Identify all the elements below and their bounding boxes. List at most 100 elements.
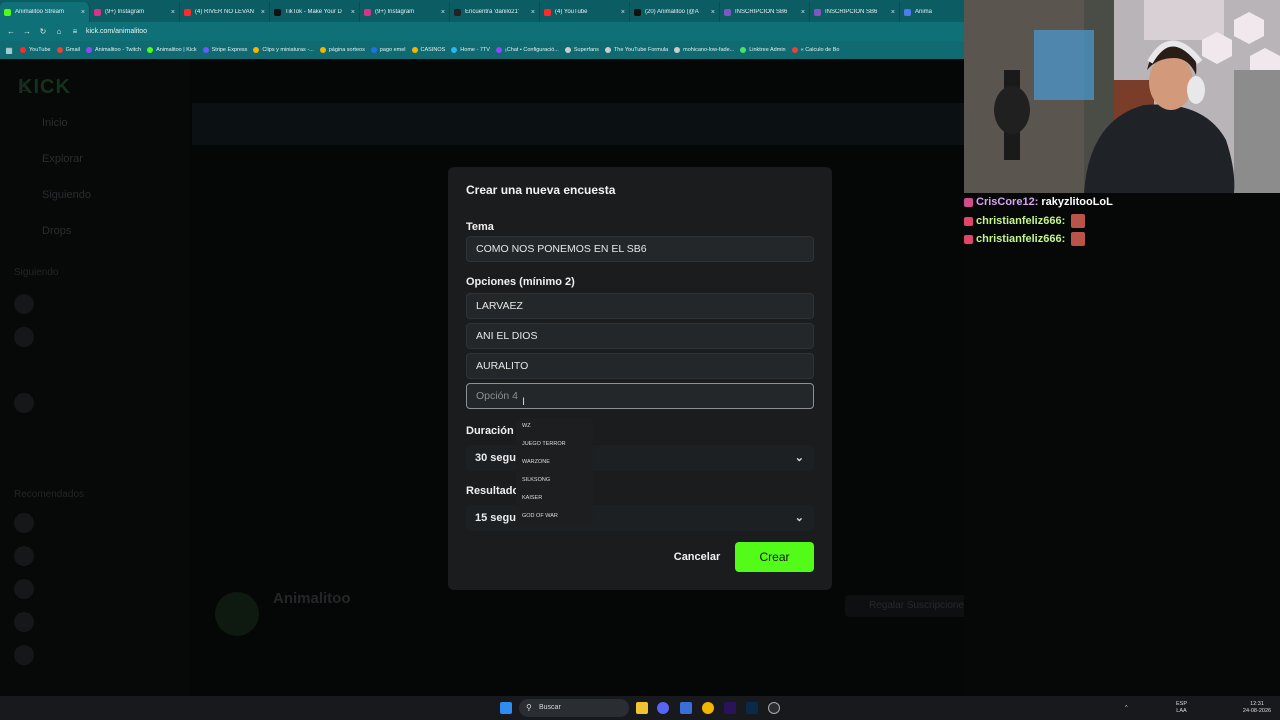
clock[interactable]: 12:31 24-08-2026 [1240,701,1274,715]
browser-tab[interactable]: Animalitoo Stream × [0,2,90,22]
bookmark-item[interactable]: « Calculo de Bo [791,47,839,53]
bookmark-item[interactable]: Home - 7TV [451,47,490,53]
browser-tab[interactable]: (9+) Instagram × [90,2,180,22]
cancel-button[interactable]: Cancelar [668,548,726,566]
option-4-field[interactable] [476,384,776,408]
suggestion-item[interactable]: KAISER [522,495,542,501]
tab-favicon-icon [184,8,191,16]
site-info-icon[interactable]: ≡ [70,27,80,36]
start-icon[interactable] [500,702,512,714]
nav-home: Inicio [42,117,68,129]
chat-username: CrisCore12: [976,196,1039,208]
close-tab-icon[interactable]: × [351,9,355,16]
close-tab-icon[interactable]: × [81,9,85,16]
nav-drops: Drops [42,225,72,237]
bookmark-icon [495,47,502,53]
close-tab-icon[interactable]: × [801,9,805,16]
browser-tab[interactable]: INSCRIPCIÓN SB6 × [810,2,900,22]
option-2-input[interactable]: ANI EL DIOS [466,323,814,349]
chrome-icon[interactable] [702,702,714,714]
browser-tab[interactable]: TikTok - Make Your D × [270,2,360,22]
bookmark-item[interactable]: ¡Chat • Configuració... [495,47,559,53]
taskbar-search[interactable]: Buscar [519,699,629,717]
suggestion-item[interactable]: SILKSONG [522,477,550,483]
browser-tab[interactable]: INSCRIPCIÓN SB6 × [720,2,810,22]
lang-bottom: LAA [1176,708,1187,714]
options-label: Opciones (mínimo 2) [466,276,575,288]
bookmark-item[interactable]: CASINOS [411,47,446,53]
browser-tab[interactable]: (9+) Instagram × [360,2,450,22]
close-tab-icon[interactable]: × [711,9,715,16]
search-label: Buscar [539,704,561,711]
webcam-image [964,0,1280,193]
bookmark-item[interactable]: Animalitoo | Kick [147,47,197,53]
file-explorer-icon[interactable] [636,702,648,714]
tray-chevron-icon[interactable]: ^ [1125,705,1128,712]
bookmark-label: página sorteos [328,47,365,53]
browser-tab[interactable]: (4) RIVER NO LEVAN × [180,2,270,22]
suggestion-item[interactable]: WARZONE [522,459,550,465]
home-icon[interactable]: ⌂ [54,27,64,36]
bookmark-item[interactable]: mohicano-low-fade... [674,47,734,53]
bookmark-item[interactable]: Gmail [56,47,80,53]
back-icon[interactable]: ← [6,27,16,36]
close-tab-icon[interactable]: × [891,9,895,16]
suggestion-item[interactable]: GOD OF WAR [522,513,558,519]
photoshop-icon[interactable] [746,702,758,714]
bookmark-item[interactable]: pago emel [370,47,406,53]
option-1-input[interactable]: LARVAEZ [466,293,814,319]
option-3-input[interactable]: AURALITO [466,353,814,379]
browser-tab[interactable]: (4) YouTube × [540,2,630,22]
clock-date: 24-08-2026 [1242,708,1272,714]
suggestion-item[interactable]: JUEGO TERROR [522,441,566,447]
tab-label: (9+) Instagram [105,9,145,15]
reload-icon[interactable]: ↻ [38,27,48,36]
discord-icon[interactable] [657,702,669,714]
channel-name: Animalitoo [273,590,351,607]
bookmark-item[interactable]: Animalitoo - Twitch [86,47,141,53]
bookmark-icon [740,47,747,53]
bookmark-item[interactable]: Clips y miniaturas -... [253,47,314,53]
chat-username: christianfeliz666: [976,233,1066,245]
browser-tab[interactable]: Anima× [900,2,964,22]
avatar [14,612,34,632]
close-tab-icon[interactable]: × [441,9,445,16]
chevron-down-icon: ⌄ [794,452,804,464]
tab-label: (20) Animalitoo (@A [645,9,699,15]
topic-input[interactable]: COMO NOS PONEMOS EN EL SB6 [466,236,814,262]
close-tab-icon[interactable]: × [531,9,535,16]
close-tab-icon[interactable]: × [171,9,175,16]
suggestion-item[interactable]: WZ [522,423,531,429]
topic-label: Tema [466,221,494,233]
bookmark-label: Stripe Express [211,47,248,53]
bookmark-item[interactable]: Linktree Admin [740,47,786,53]
bookmark-label: ¡Chat • Configuració... [504,47,559,53]
menu-icon: ☰ [18,80,29,94]
chat-panel-dimmed [964,193,1280,696]
bookmark-item[interactable]: página sorteos [319,47,365,53]
premiere-icon[interactable] [724,702,736,714]
app-icon[interactable] [680,702,692,714]
obs-icon[interactable] [768,702,780,714]
apps-icon[interactable]: ▦ [4,46,14,55]
bookmark-item[interactable]: Stripe Express [202,47,248,53]
browser-tab[interactable]: Encuentra 'danilo21' × [450,2,540,22]
url-text[interactable]: kick.com/animalitoo [86,28,147,35]
close-tab-icon[interactable]: × [621,9,625,16]
bookmark-item[interactable]: The YouTube Formula [604,47,668,53]
bookmark-item[interactable]: YouTube [20,47,51,53]
tab-label: INSCRIPCIÓN SB6 [735,9,788,15]
close-tab-icon[interactable]: × [261,9,265,16]
avatar [14,546,34,566]
option-4-input[interactable] [466,383,814,409]
bookmark-item[interactable]: Superfans [564,47,599,53]
forward-icon[interactable]: → [22,27,32,36]
language-indicator[interactable]: ESP LAA [1176,701,1187,715]
bookmark-label: CASINOS [420,47,446,53]
bookmark-icon [202,47,209,53]
results-value: 15 segu [475,512,516,524]
browser-tab[interactable]: (20) Animalitoo (@A × [630,2,720,22]
create-button[interactable]: Crear [735,542,814,572]
duration-value: 30 segu [475,452,516,464]
option-2-value: ANI EL DIOS [476,330,538,342]
